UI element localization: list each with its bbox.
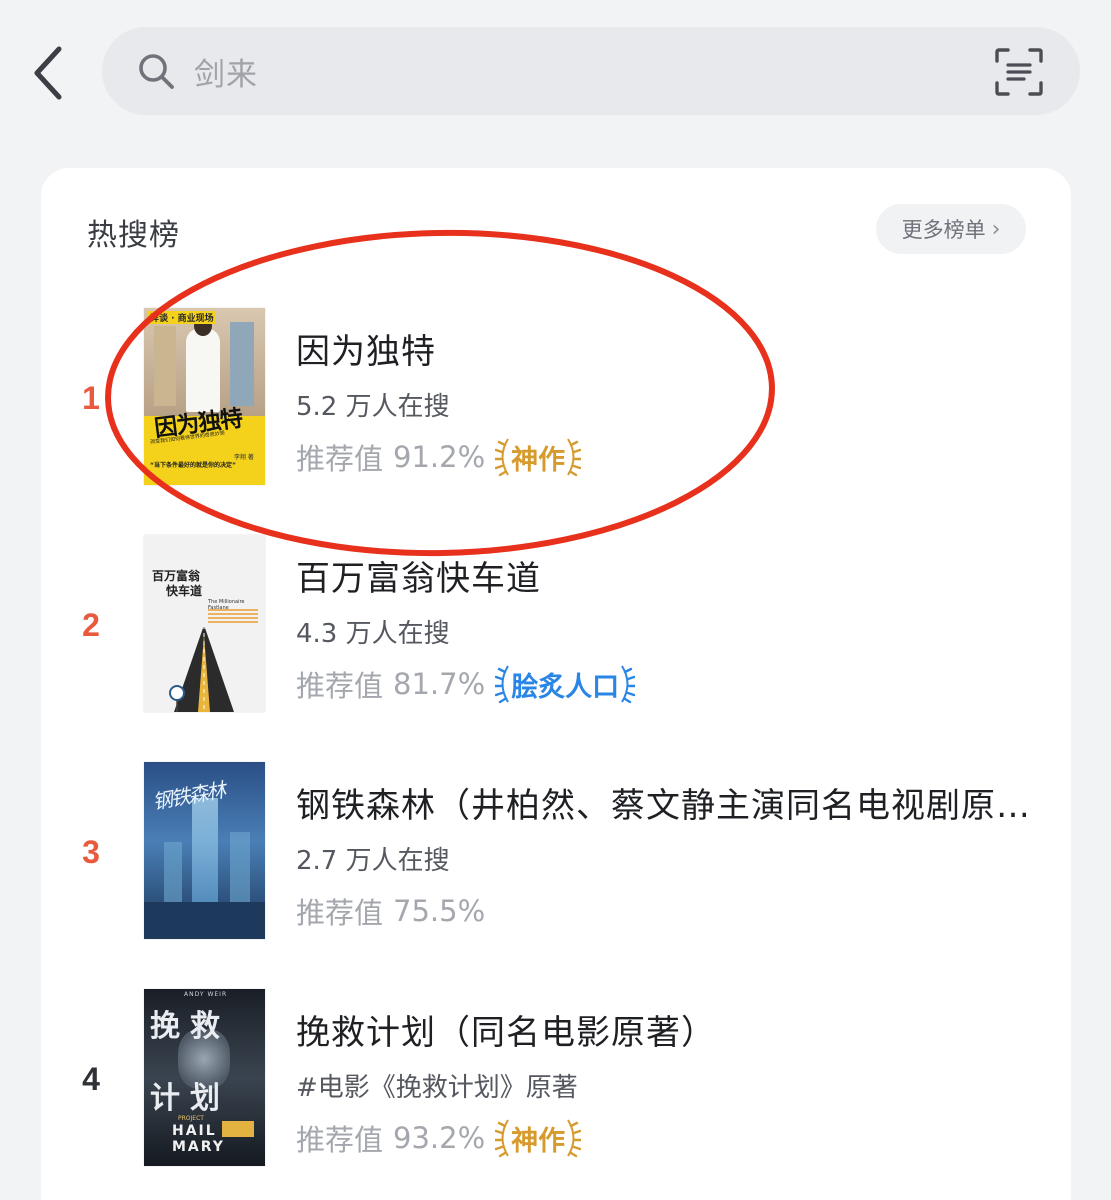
laurel-left-icon [495, 1119, 510, 1158]
rank-number: 3 [82, 834, 100, 870]
recommend-label: 推荐值 [296, 442, 384, 476]
recommend-row: 推荐值 75.5% [296, 890, 485, 932]
scan-icon[interactable] [994, 47, 1044, 97]
back-button[interactable] [20, 38, 76, 108]
badge-label: 脍炙人口 [511, 671, 620, 703]
cover-english: PROJECT [178, 1115, 204, 1122]
book-cover: 钢铁森林 [144, 762, 265, 939]
book-cover: 详谈 · 商业现场 因为独特 改变我们如何看待世界的奇思妙想 “当下条件最好的就… [144, 308, 265, 485]
book-title: 钢铁森林（井柏然、蔡文静主演同名电视剧原… [296, 786, 1026, 826]
cover-quote: “当下条件最好的就是你的决定” [150, 462, 236, 469]
recommend-value: 75.5% [393, 894, 486, 928]
hot-list-title: 热搜榜 [87, 218, 180, 253]
hot-search-card: 热搜榜 更多榜单 › 1 详谈 · 商业现场 因为独特 改变我们如何看待世界的奇… [41, 168, 1071, 1200]
search-count: 5.2 万人在搜 [296, 392, 450, 422]
book-cover: ANDY WEIR 挽救 计划 PROJECT HAIL MARY [144, 989, 265, 1166]
list-item[interactable]: 3 钢铁森林 钢铁森林（井柏然、蔡文静主演同名电视剧原… 2.7 万人在搜 推荐… [41, 762, 1071, 942]
badge-label: 神作 [511, 444, 566, 476]
award-badge: 神作 [495, 1118, 582, 1158]
recommend-value: 93.2% [393, 1121, 486, 1155]
rank-number: 1 [82, 380, 100, 416]
search-input[interactable]: 剑来 [102, 27, 1080, 115]
cover-title: 挽救 [150, 1009, 230, 1044]
book-title: 因为独特 [296, 332, 436, 372]
cover-title-2: 快车道 [166, 584, 203, 598]
list-item[interactable]: 4 ANDY WEIR 挽救 计划 PROJECT HAIL MARY 挽救计划… [41, 989, 1071, 1169]
chevron-left-icon [34, 46, 62, 100]
laurel-right-icon [621, 665, 636, 704]
recommend-label: 推荐值 [296, 896, 384, 930]
badge-label: 神作 [511, 1125, 566, 1157]
cover-title-2: 计划 [150, 1081, 230, 1116]
laurel-left-icon [495, 665, 510, 704]
recommend-row: 推荐值 91.2% 神作 [296, 436, 582, 478]
recommend-row: 推荐值 93.2% 神作 [296, 1117, 582, 1159]
rank-number: 2 [82, 607, 100, 643]
list-item[interactable]: 1 详谈 · 商业现场 因为独特 改变我们如何看待世界的奇思妙想 “当下条件最好… [41, 308, 1071, 488]
search-tag: #电影《挽救计划》原著 [296, 1073, 578, 1103]
laurel-left-icon [495, 438, 510, 477]
chevron-right-icon: › [991, 216, 1001, 242]
laurel-right-icon [567, 1119, 582, 1158]
search-count: 4.3 万人在搜 [296, 619, 450, 649]
laurel-right-icon [567, 438, 582, 477]
recommend-label: 推荐值 [296, 669, 384, 703]
cover-tag: 详谈 · 商业现场 [148, 311, 216, 324]
book-cover: 百万富翁 快车道 The Millionaire Fastlane [144, 535, 265, 712]
search-placeholder: 剑来 [194, 56, 258, 93]
more-lists-label: 更多榜单 [901, 218, 986, 242]
rank-number: 4 [82, 1061, 100, 1097]
search-icon [136, 51, 176, 91]
cover-author: ANDY WEIR [184, 991, 228, 998]
recommend-value: 81.7% [393, 667, 486, 701]
search-count: 2.7 万人在搜 [296, 846, 450, 876]
award-badge: 神作 [495, 437, 582, 477]
award-badge: 脍炙人口 [495, 664, 636, 704]
book-title: 百万富翁快车道 [296, 559, 541, 599]
cover-author: 李翔 著 [234, 454, 254, 461]
recommend-label: 推荐值 [296, 1123, 384, 1157]
list-item[interactable]: 2 百万富翁 快车道 The Millionaire Fastlane 百万富翁… [41, 535, 1071, 715]
recommend-value: 91.2% [393, 440, 486, 474]
search-results-page: 剑来 热搜榜 更多榜单 › 1 详谈 · 商业现场 因为独特 改变我们如何看待世… [0, 0, 1111, 1200]
recommend-row: 推荐值 81.7% 脍炙人口 [296, 663, 636, 705]
book-title: 挽救计划（同名电影原著） [296, 1013, 716, 1053]
more-lists-button[interactable]: 更多榜单 › [876, 204, 1026, 254]
